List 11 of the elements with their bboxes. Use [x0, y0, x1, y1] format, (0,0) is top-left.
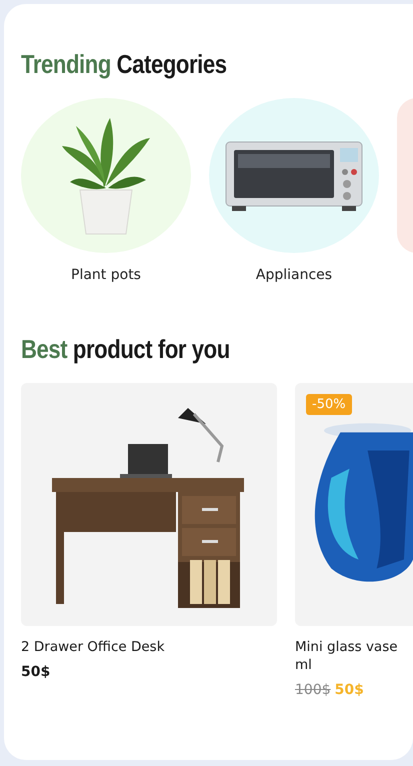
product-price: 50$ [21, 664, 50, 680]
section-title: Trending Categories [21, 48, 227, 80]
category-label[interactable]: Appliances [256, 267, 332, 283]
product-name[interactable]: 2 Drawer Office Desk [21, 638, 277, 656]
product-image-card[interactable] [21, 383, 277, 626]
product-price: 50$ [334, 682, 364, 698]
old-price: 100$ [295, 682, 331, 698]
category-label[interactable]: Plant pots [71, 267, 141, 283]
product-name[interactable]: Mini glass vase ml [295, 638, 413, 674]
discount-badge: -50% [306, 394, 352, 415]
section-title: Best product for you [21, 333, 230, 365]
